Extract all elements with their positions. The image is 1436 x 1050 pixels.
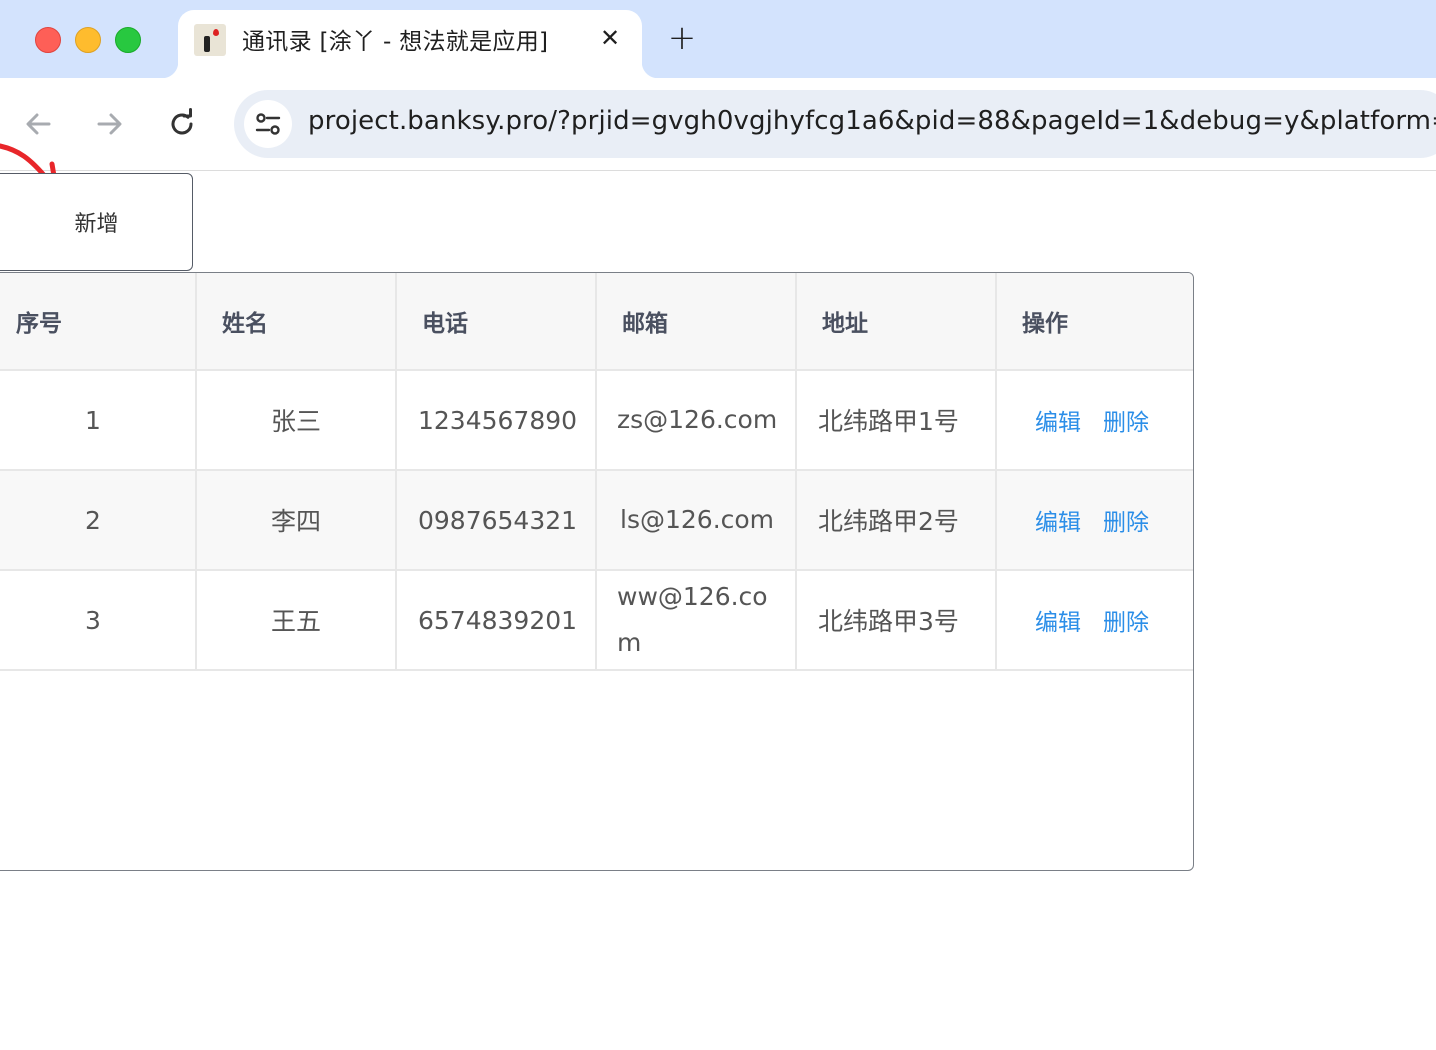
cell-actions: 编辑 删除 xyxy=(996,370,1193,471)
back-button[interactable] xyxy=(18,104,58,144)
browser-toolbar: project.banksy.pro/?prjid=gvgh0vgjhyfcg1… xyxy=(0,78,1436,171)
cell-actions: 编辑 删除 xyxy=(996,570,1193,671)
edit-link[interactable]: 编辑 xyxy=(1035,610,1081,636)
cell-address: 北纬路甲1号 xyxy=(796,370,997,471)
reload-button[interactable] xyxy=(162,104,202,144)
tab-title: 通讯录 [涂丫 - 想法就是应用] xyxy=(242,29,549,55)
table-row: 1 张三 1234567890 zs@126.com 北纬路甲1号 编辑 删除 xyxy=(0,370,1193,471)
address-bar[interactable]: project.banksy.pro/?prjid=gvgh0vgjhyfcg1… xyxy=(234,90,1436,158)
close-icon[interactable]: ✕ xyxy=(596,24,624,52)
back-arrow-icon xyxy=(26,113,51,135)
site-settings-icon xyxy=(255,113,281,135)
header-email: 邮箱 xyxy=(596,273,797,371)
cell-email: ls@126.com xyxy=(596,470,797,571)
browser-tab-active[interactable]: 通讯录 [涂丫 - 想法就是应用] ✕ xyxy=(162,10,658,78)
edit-link[interactable]: 编辑 xyxy=(1035,510,1081,536)
window-close-button[interactable] xyxy=(35,27,61,53)
forward-arrow-icon xyxy=(97,113,122,135)
cell-actions: 编辑 删除 xyxy=(996,470,1193,571)
header-address: 地址 xyxy=(796,273,997,371)
cell-phone: 1234567890 xyxy=(396,370,597,471)
table-row: 3 王五 6574839201 ww@126.com 北纬路甲3号 编辑 删除 xyxy=(0,570,1193,671)
delete-link[interactable]: 删除 xyxy=(1103,410,1149,436)
add-button[interactable]: 新增 xyxy=(0,173,193,271)
delete-link[interactable]: 删除 xyxy=(1103,510,1149,536)
table-header-row: 序号 姓名 电话 邮箱 地址 操作 xyxy=(0,273,1193,371)
tab-strip: 通讯录 [涂丫 - 想法就是应用] ✕ + xyxy=(0,0,1436,78)
cell-phone: 0987654321 xyxy=(396,470,597,571)
cell-index: 1 xyxy=(0,370,197,471)
edit-link[interactable]: 编辑 xyxy=(1035,410,1081,436)
cell-phone: 6574839201 xyxy=(396,570,597,671)
favicon-icon xyxy=(194,24,226,56)
cell-email: zs@126.com xyxy=(596,370,797,471)
window-maximize-button[interactable] xyxy=(115,27,141,53)
cell-address: 北纬路甲2号 xyxy=(796,470,997,571)
cell-email: ww@126.com xyxy=(596,570,797,671)
cell-name: 王五 xyxy=(196,570,397,671)
forward-button[interactable] xyxy=(90,104,130,144)
new-tab-button[interactable]: + xyxy=(664,20,700,56)
header-actions: 操作 xyxy=(996,273,1193,371)
table-row: 2 李四 0987654321 ls@126.com 北纬路甲2号 编辑 删除 xyxy=(0,470,1193,571)
cell-address: 北纬路甲3号 xyxy=(796,570,997,671)
reload-icon xyxy=(171,108,193,135)
header-index: 序号 xyxy=(0,273,197,371)
delete-link[interactable]: 删除 xyxy=(1103,610,1149,636)
window-minimize-button[interactable] xyxy=(75,27,101,53)
contacts-table: 序号 姓名 电话 邮箱 地址 操作 1 张三 1234567890 zs@126… xyxy=(0,272,1194,871)
header-phone: 电话 xyxy=(396,273,597,371)
cell-name: 张三 xyxy=(196,370,397,471)
cell-index: 3 xyxy=(0,570,197,671)
site-settings-button[interactable] xyxy=(244,100,292,148)
cell-index: 2 xyxy=(0,470,197,571)
cell-name: 李四 xyxy=(196,470,397,571)
header-name: 姓名 xyxy=(196,273,397,371)
url-text: project.banksy.pro/?prjid=gvgh0vgjhyfcg1… xyxy=(308,106,1436,136)
